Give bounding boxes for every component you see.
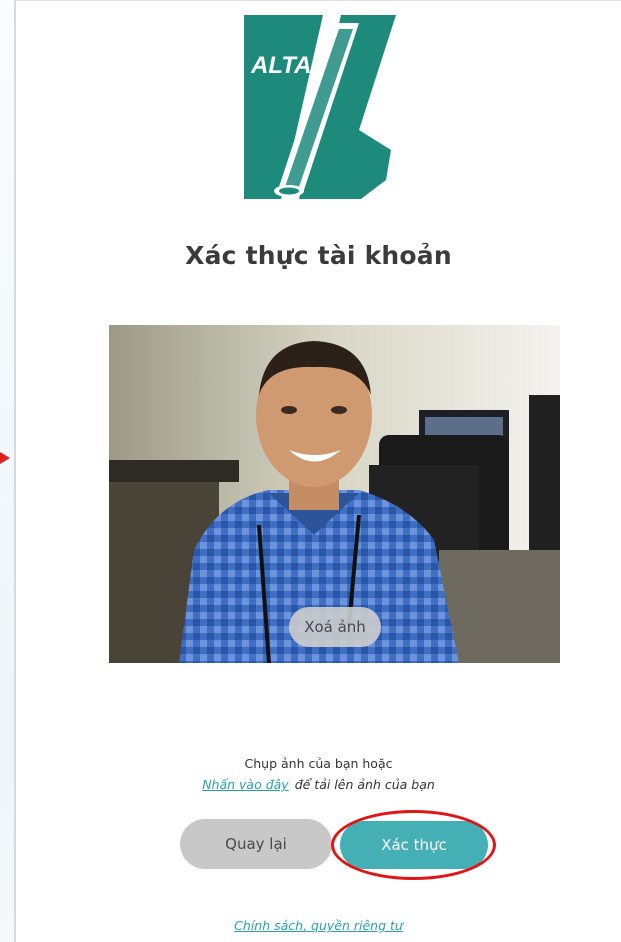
delete-photo-button[interactable]: Xoá ảnh [289, 607, 381, 647]
upload-line: Nhấn vào đây để tải lên ảnh của bạn [16, 777, 621, 792]
upload-link[interactable]: Nhấn vào đây [202, 777, 289, 792]
logo-text: ALTA [250, 52, 311, 79]
panel-divider [14, 0, 16, 942]
page-title: Xác thực tài khoản [185, 241, 452, 270]
upload-hint: để tải lên ảnh của bạn [294, 777, 435, 792]
back-button[interactable]: Quay lại [180, 819, 332, 869]
helper-text: Chụp ảnh của bạn hoặc [244, 756, 393, 771]
top-divider [14, 0, 621, 1]
annotation-arrow-icon [0, 452, 10, 464]
alta-logo: ALTA [241, 15, 396, 199]
left-background-panel [0, 0, 14, 942]
privacy-policy-link[interactable]: Chính sách, quyền riêng tư [16, 918, 621, 933]
verify-button[interactable]: Xác thực [340, 821, 488, 869]
